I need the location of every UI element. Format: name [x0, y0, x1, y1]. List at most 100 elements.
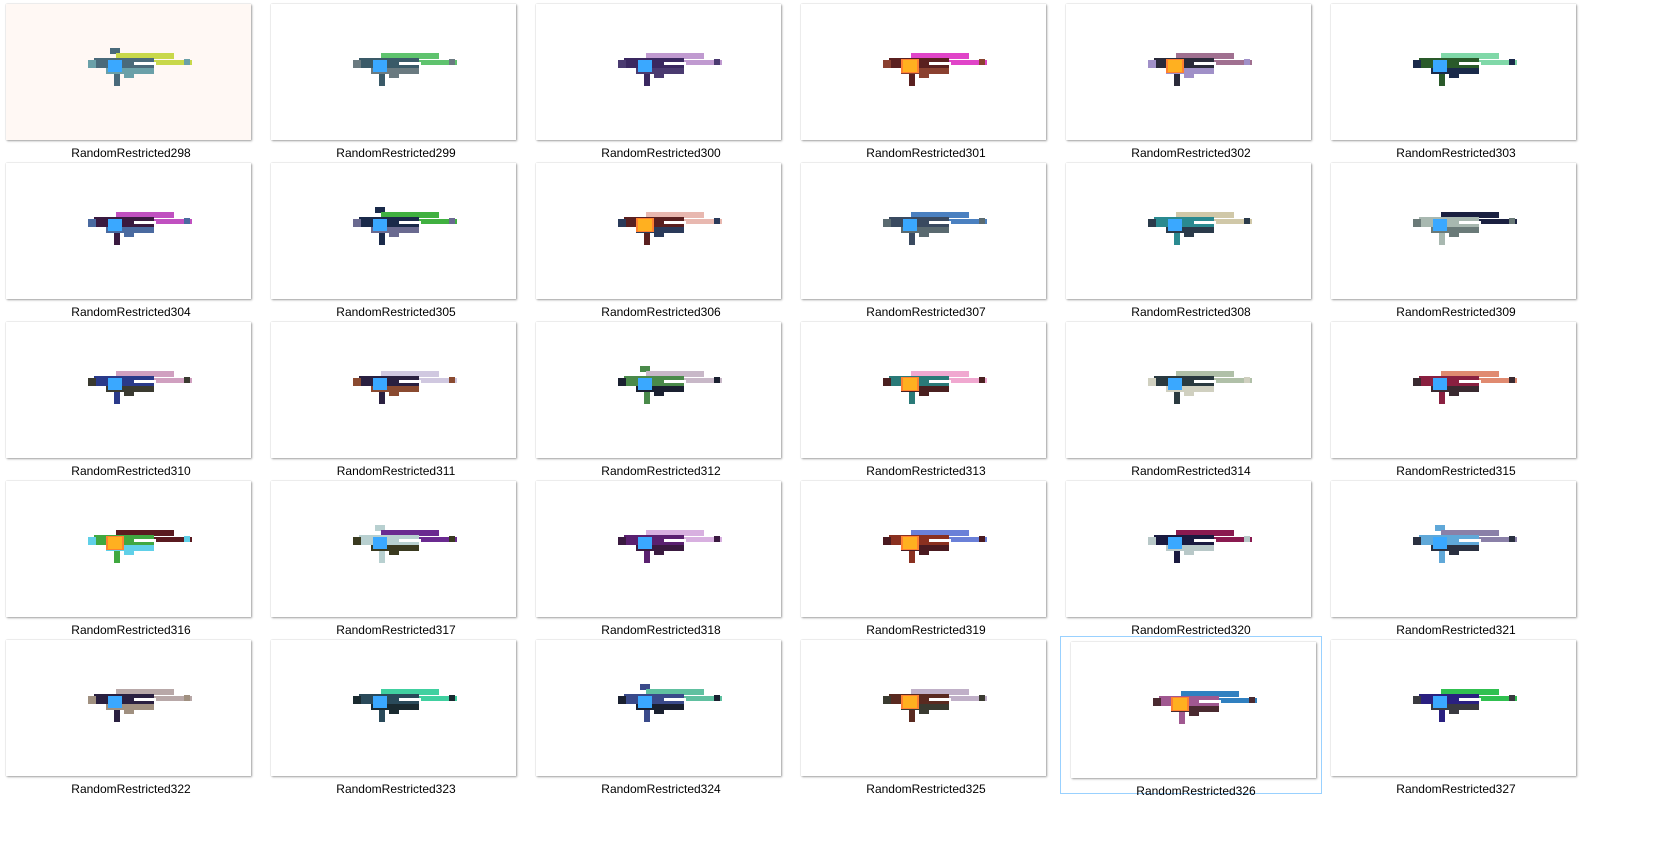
file-thumbnail[interactable]: [271, 4, 516, 140]
file-thumbnail[interactable]: [801, 163, 1046, 299]
gun-muzzle: [184, 536, 190, 542]
file-thumbnail[interactable]: [1331, 4, 1576, 140]
gun-muzzle: [1509, 695, 1515, 701]
file-tile[interactable]: RandomRestricted309: [1325, 159, 1587, 319]
file-thumbnail[interactable]: [801, 640, 1046, 776]
file-tile[interactable]: RandomRestricted300: [530, 0, 792, 160]
file-tile[interactable]: RandomRestricted314: [1060, 318, 1322, 478]
file-thumbnail[interactable]: [536, 163, 781, 299]
file-thumbnail[interactable]: [271, 163, 516, 299]
gun-stock: [88, 696, 96, 704]
file-thumbnail[interactable]: [1066, 322, 1311, 458]
file-thumbnail[interactable]: [1066, 4, 1311, 140]
file-tile[interactable]: RandomRestricted302: [1060, 0, 1322, 160]
file-thumbnail[interactable]: [1331, 640, 1576, 776]
file-thumbnail[interactable]: [6, 481, 251, 617]
file-tile[interactable]: RandomRestricted307: [795, 159, 1057, 319]
file-tile[interactable]: RandomRestricted319: [795, 477, 1057, 637]
pixel-gun-image: [1413, 525, 1517, 563]
pixel-gun-image: [883, 689, 987, 722]
gun-muzzle: [1249, 697, 1255, 703]
file-thumbnail[interactable]: [1071, 642, 1316, 778]
file-thumbnail[interactable]: [1331, 322, 1576, 458]
pixel-gun-image: [618, 684, 722, 722]
file-tile[interactable]: RandomRestricted321: [1325, 477, 1587, 637]
gun-trigger-guard: [1449, 233, 1459, 237]
file-tile[interactable]: RandomRestricted313: [795, 318, 1057, 478]
file-tile[interactable]: RandomRestricted315: [1325, 318, 1587, 478]
gun-grip: [1439, 392, 1445, 404]
pixel-gun-image: [883, 530, 987, 563]
gun-vent: [1459, 698, 1481, 701]
file-thumbnail[interactable]: [271, 640, 516, 776]
file-tile[interactable]: RandomRestricted327: [1325, 636, 1587, 796]
file-tile[interactable]: RandomRestricted306: [530, 159, 792, 319]
gun-stock: [883, 60, 891, 68]
file-thumbnail[interactable]: [801, 4, 1046, 140]
file-thumbnail[interactable]: [536, 481, 781, 617]
gun-grip: [114, 74, 120, 86]
gun-grip: [379, 74, 385, 86]
gun-trigger-guard: [389, 74, 399, 78]
file-tile[interactable]: RandomRestricted318: [530, 477, 792, 637]
file-tile[interactable]: RandomRestricted326: [1060, 636, 1322, 798]
file-thumbnail[interactable]: [6, 322, 251, 458]
file-tile[interactable]: RandomRestricted324: [530, 636, 792, 796]
gun-vent: [664, 539, 686, 542]
file-name-label: RandomRestricted306: [601, 305, 721, 319]
file-thumbnail[interactable]: [536, 640, 781, 776]
gun-energy-core: [1433, 60, 1447, 72]
gun-energy-core: [373, 696, 387, 708]
file-thumbnail[interactable]: [801, 322, 1046, 458]
file-name-label: RandomRestricted327: [1396, 782, 1516, 796]
file-thumbnail[interactable]: [1331, 481, 1576, 617]
file-thumbnail[interactable]: [536, 322, 781, 458]
gun-grip: [114, 392, 120, 404]
file-thumbnail[interactable]: [1066, 163, 1311, 299]
pixel-gun-image: [618, 53, 722, 86]
file-thumbnail[interactable]: [6, 640, 251, 776]
file-tile[interactable]: RandomRestricted308: [1060, 159, 1322, 319]
gun-stock: [618, 378, 626, 386]
file-tile[interactable]: RandomRestricted316: [0, 477, 262, 637]
file-thumbnail[interactable]: [6, 4, 251, 140]
file-tile[interactable]: RandomRestricted305: [265, 159, 527, 319]
gun-stock: [1413, 537, 1421, 545]
file-tile[interactable]: RandomRestricted311: [265, 318, 527, 478]
gun-vent: [1199, 700, 1221, 703]
file-tile[interactable]: RandomRestricted298: [0, 0, 262, 160]
file-thumbnail[interactable]: [536, 4, 781, 140]
pixel-gun-image: [1413, 212, 1517, 245]
gun-stock: [883, 219, 891, 227]
file-thumbnail[interactable]: [6, 163, 251, 299]
file-tile[interactable]: RandomRestricted312: [530, 318, 792, 478]
gun-energy-core: [903, 60, 917, 72]
file-thumbnail[interactable]: [1066, 481, 1311, 617]
gun-trigger-guard: [389, 710, 399, 714]
file-tile[interactable]: RandomRestricted317: [265, 477, 527, 637]
file-tile[interactable]: RandomRestricted304: [0, 159, 262, 319]
gun-energy-core: [373, 60, 387, 72]
gun-energy-core: [903, 219, 917, 231]
gun-energy-core: [1168, 537, 1182, 549]
file-thumbnail[interactable]: [1331, 163, 1576, 299]
gun-grip: [644, 233, 650, 245]
file-tile[interactable]: RandomRestricted310: [0, 318, 262, 478]
file-tile[interactable]: RandomRestricted301: [795, 0, 1057, 160]
gun-grip: [909, 74, 915, 86]
gun-vent: [134, 380, 156, 383]
gun-vent: [1194, 62, 1216, 65]
gun-grip: [114, 710, 120, 722]
gun-trigger-guard: [919, 74, 929, 78]
gun-grip: [1174, 233, 1180, 245]
file-tile[interactable]: RandomRestricted322: [0, 636, 262, 796]
file-tile[interactable]: RandomRestricted323: [265, 636, 527, 796]
file-thumbnail[interactable]: [271, 322, 516, 458]
file-tile[interactable]: RandomRestricted299: [265, 0, 527, 160]
file-tile[interactable]: RandomRestricted320: [1060, 477, 1322, 637]
file-tile[interactable]: RandomRestricted303: [1325, 0, 1587, 160]
file-tile[interactable]: RandomRestricted325: [795, 636, 1057, 796]
file-thumbnail[interactable]: [801, 481, 1046, 617]
gun-grip: [1439, 74, 1445, 86]
file-thumbnail[interactable]: [271, 481, 516, 617]
